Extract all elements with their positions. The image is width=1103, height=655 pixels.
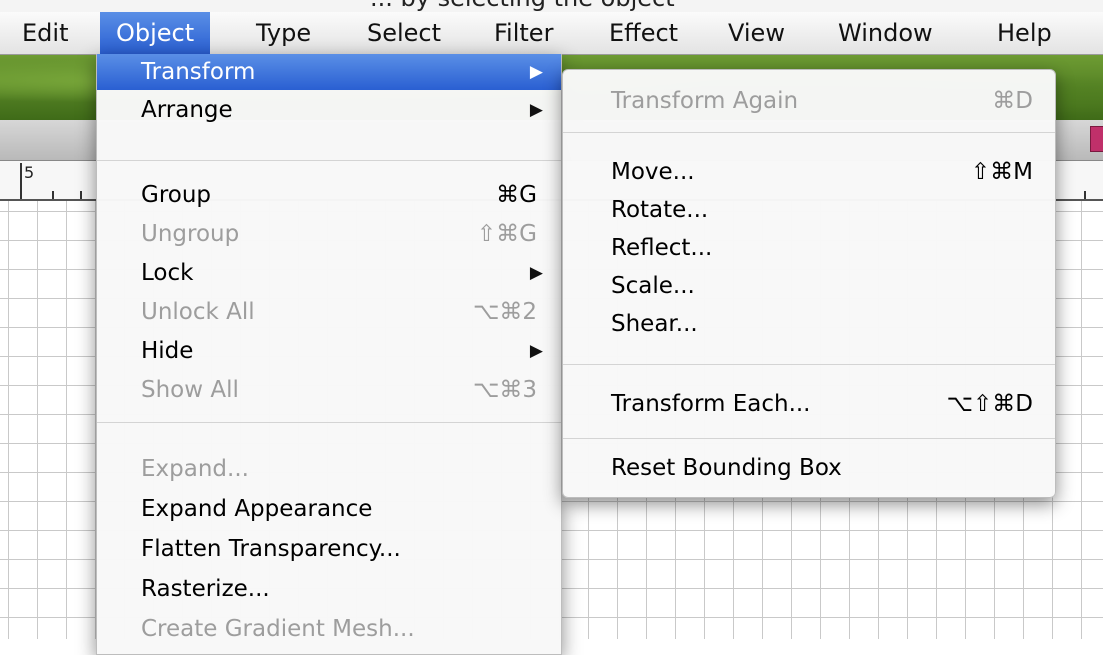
cropped-caption-strip: ... by selecting the object	[0, 0, 1103, 12]
menu-item-label: Expand Appearance	[141, 496, 373, 522]
menu-item-shortcut: ⌥⌘2	[472, 299, 537, 325]
menu-item-label: Rotate...	[611, 197, 709, 223]
menu-item-label: Shear...	[611, 311, 698, 337]
menu-item-lock[interactable]: Lock ▶	[97, 255, 561, 291]
menu-item-transform-again: Transform Again ⌘D	[563, 83, 1055, 119]
menu-item-scale[interactable]: Scale...	[563, 268, 1055, 304]
menu-item-label: Reflect...	[611, 235, 713, 261]
submenu-arrow-icon: ▶	[529, 100, 543, 120]
menu-item-label: Reset Bounding Box	[611, 455, 842, 481]
menu-item-hide[interactable]: Hide ▶	[97, 333, 561, 369]
menu-help[interactable]: Help	[997, 12, 1052, 54]
menu-item-arrange[interactable]: Arrange ▶	[97, 92, 561, 128]
menu-type[interactable]: Type	[256, 12, 311, 54]
menu-separator	[563, 438, 1055, 439]
menu-item-label: Hide	[141, 338, 194, 364]
menu-item-shear[interactable]: Shear...	[563, 306, 1055, 342]
menu-item-label: Lock	[141, 260, 194, 286]
ruler-minor-tick	[1084, 191, 1086, 199]
menu-item-label: Create Gradient Mesh...	[141, 616, 415, 642]
menu-item-reset-bounding-box[interactable]: Reset Bounding Box	[563, 450, 1055, 486]
menu-item-label: Show All	[141, 377, 239, 403]
menu-bar: Edit Object Type Select Filter Effect Vi…	[0, 12, 1103, 55]
menu-select[interactable]: Select	[367, 12, 441, 54]
menu-item-expand: Expand...	[97, 451, 561, 487]
menu-separator	[563, 132, 1055, 133]
menu-item-label: Group	[141, 182, 212, 208]
menu-item-create-gradient-mesh: Create Gradient Mesh...	[97, 611, 561, 647]
menu-item-rasterize[interactable]: Rasterize...	[97, 571, 561, 607]
menu-item-shortcut: ⇧⌘G	[476, 221, 537, 247]
submenu-arrow-icon: ▶	[529, 62, 543, 82]
menu-item-label: Arrange	[141, 97, 233, 123]
menu-item-label: Scale...	[611, 273, 695, 299]
menu-item-shortcut: ⌘G	[496, 182, 537, 208]
menu-window[interactable]: Window	[838, 12, 933, 54]
menu-item-shortcut: ⌥⇧⌘D	[946, 391, 1034, 417]
menu-item-reflect[interactable]: Reflect...	[563, 230, 1055, 266]
app-toolbar-icon[interactable]	[1090, 126, 1103, 152]
menu-filter[interactable]: Filter	[494, 12, 553, 54]
cropped-caption-text: ... by selecting the object	[370, 0, 675, 12]
menu-item-flatten-transparency[interactable]: Flatten Transparency...	[97, 531, 561, 567]
menu-item-show-all: Show All ⌥⌘3	[97, 372, 561, 408]
menu-item-label: Transform Each...	[611, 391, 811, 417]
transform-submenu: Transform Again ⌘D Move... ⇧⌘M Rotate...…	[562, 69, 1056, 498]
menu-item-label: Unlock All	[141, 299, 255, 325]
menu-item-shortcut: ⌘D	[992, 88, 1033, 114]
menu-object[interactable]: Object	[100, 12, 211, 54]
menu-item-label: Ungroup	[141, 221, 240, 247]
menu-item-shortcut: ⌥⌘3	[472, 377, 537, 403]
ruler-minor-tick	[52, 191, 54, 199]
object-menu: Transform ▶ Arrange ▶ Group ⌘G Ungroup ⇧…	[96, 54, 562, 655]
menu-separator	[563, 364, 1055, 365]
menu-item-rotate[interactable]: Rotate...	[563, 192, 1055, 228]
menu-separator	[97, 422, 561, 423]
menu-item-unlock-all: Unlock All ⌥⌘2	[97, 294, 561, 330]
menu-item-ungroup: Ungroup ⇧⌘G	[97, 216, 561, 252]
ruler-major-tick	[20, 163, 22, 199]
menu-separator	[97, 160, 561, 161]
menu-item-label: Move...	[611, 159, 695, 185]
menu-edit[interactable]: Edit	[22, 12, 68, 54]
menu-item-label: Transform Again	[611, 88, 799, 114]
ruler-label: 5	[24, 163, 35, 182]
menu-item-shortcut: ⇧⌘M	[970, 159, 1033, 185]
menu-item-label: Transform	[141, 59, 256, 85]
menu-item-label: Expand...	[141, 456, 249, 482]
menu-view[interactable]: View	[728, 12, 785, 54]
menu-item-label: Rasterize...	[141, 576, 270, 602]
submenu-arrow-icon: ▶	[529, 263, 543, 283]
menu-item-expand-appearance[interactable]: Expand Appearance	[97, 491, 561, 527]
submenu-arrow-icon: ▶	[529, 341, 543, 361]
menu-item-group[interactable]: Group ⌘G	[97, 177, 561, 213]
menu-item-label: Flatten Transparency...	[141, 536, 401, 562]
ruler-minor-tick	[80, 191, 82, 199]
menu-item-transform-each[interactable]: Transform Each... ⌥⇧⌘D	[563, 386, 1055, 422]
menu-item-move[interactable]: Move... ⇧⌘M	[563, 154, 1055, 190]
menu-item-transform[interactable]: Transform ▶	[97, 54, 561, 90]
menu-effect[interactable]: Effect	[609, 12, 678, 54]
